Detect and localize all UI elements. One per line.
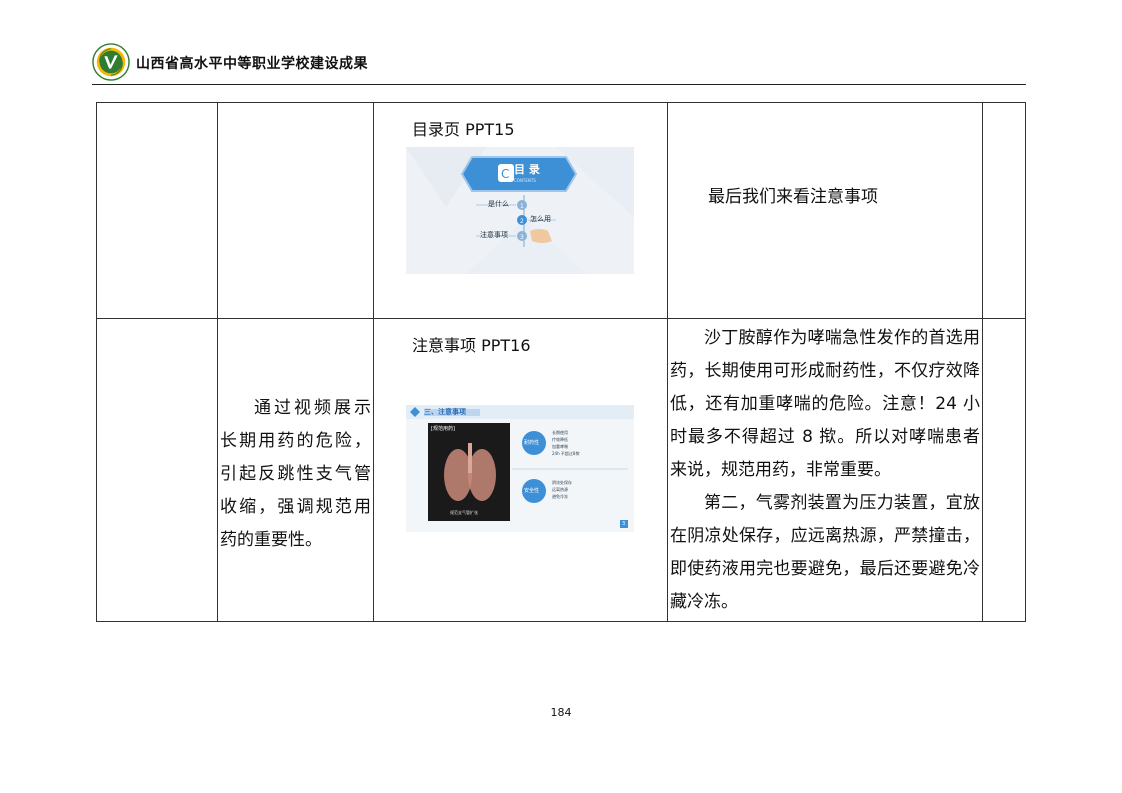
content-paragraph-1: 沙丁胺醇作为哮喘急性发作的首选用药，长期使用可形成耐药性，不仅疗效降低，还有加重…	[670, 328, 980, 480]
slide-thumbnail-precautions: 三、注意事项 [规范用药] 规范支气管扩张 耐药性 安全性 长期使用 疗效降低 …	[406, 405, 634, 532]
notes-cell	[982, 318, 1026, 622]
header-divider	[92, 84, 1026, 85]
content-text: 最后我们来看注意事项	[708, 187, 878, 207]
ppt-title: 目录页 PPT15	[412, 120, 515, 139]
goal-text: 通过视频展示长期用药的危险，引起反跳性支气管收缩，强调规范用药的重要性。	[220, 398, 371, 550]
content-cell: 最后我们来看注意事项	[667, 102, 983, 319]
list-item: 远离热源	[552, 487, 568, 492]
slide-heading: 三、注意事项	[424, 408, 466, 416]
svg-text:1: 1	[520, 203, 524, 210]
ppt-cell: 目录页 PPT15 C 1 2 3 目 录 CONTENTS 是什么 怎么用 注…	[373, 102, 668, 319]
slide-heading: 目 录	[514, 163, 540, 176]
list-item: 避免冷冻	[552, 494, 568, 499]
slide-image-caption: 规范支气管扩张	[450, 510, 478, 515]
notes-cell	[982, 102, 1026, 319]
slide-thumbnail-contents: C 1 2 3 目 录 CONTENTS 是什么 怎么用 注意事项	[406, 147, 634, 274]
stage-cell	[96, 102, 218, 319]
school-logo-icon	[92, 43, 130, 81]
page-header: 山西省高水平中等职业学校建设成果	[92, 40, 1026, 84]
slide-corner-badge: 3	[622, 521, 626, 527]
slide-subheading: CONTENTS	[514, 178, 536, 183]
ppt-title: 注意事项 PPT16	[412, 336, 531, 355]
page-number: 184	[550, 706, 572, 719]
table-row: 目录页 PPT15 C 1 2 3 目 录 CONTENTS 是什么 怎么用 注…	[96, 102, 1026, 319]
slide-precautions-drawing	[406, 405, 634, 528]
list-item: 加重哮喘	[552, 444, 568, 449]
bubble-safety: 安全性	[524, 488, 540, 494]
content-cell: 沙丁胺醇作为哮喘急性发作的首选用药，长期使用可形成耐药性，不仅疗效降低，还有加重…	[667, 318, 983, 622]
svg-text:2: 2	[520, 218, 524, 225]
list-item: 阴凉处保存	[552, 480, 572, 485]
table-row: 通过视频展示长期用药的危险，引起反跳性支气管收缩，强调规范用药的重要性。 注意事…	[96, 318, 1026, 622]
contents-item-2: 怎么用	[530, 215, 551, 223]
contents-item-3: 注意事项	[480, 231, 508, 239]
bubble-safety-list: 阴凉处保存 远离热源 避免冷冻	[552, 479, 572, 500]
stage-cell	[96, 318, 218, 622]
svg-text:C: C	[501, 167, 509, 181]
lesson-plan-table: 目录页 PPT15 C 1 2 3 目 录 CONTENTS 是什么 怎么用 注…	[96, 102, 1026, 622]
list-item: 疗效降低	[552, 437, 568, 442]
bubble-resistance-list: 长期使用 疗效降低 加重哮喘 24h 不超过8揿	[552, 429, 579, 457]
goal-cell: 通过视频展示长期用药的危险，引起反跳性支气管收缩，强调规范用药的重要性。	[217, 318, 374, 622]
list-item: 长期使用	[552, 430, 568, 435]
goal-cell	[217, 102, 374, 319]
svg-text:3: 3	[520, 234, 524, 241]
bubble-resistance: 耐药性	[524, 440, 540, 446]
ppt-cell: 注意事项 PPT16 三、注意事项 [规范用药] 规范支气管扩张 耐药性 安全性…	[373, 318, 668, 622]
contents-item-1: 是什么	[488, 200, 509, 208]
content-paragraph-2: 第二，气雾剂装置为压力装置，宜放在阴凉处保存，应远离热源，严禁撞击，即使药液用完…	[670, 493, 980, 612]
header-title: 山西省高水平中等职业学校建设成果	[136, 56, 368, 72]
list-item: 24h 不超过8揿	[552, 451, 580, 456]
slide-image-label: [规范用药]	[431, 426, 455, 432]
